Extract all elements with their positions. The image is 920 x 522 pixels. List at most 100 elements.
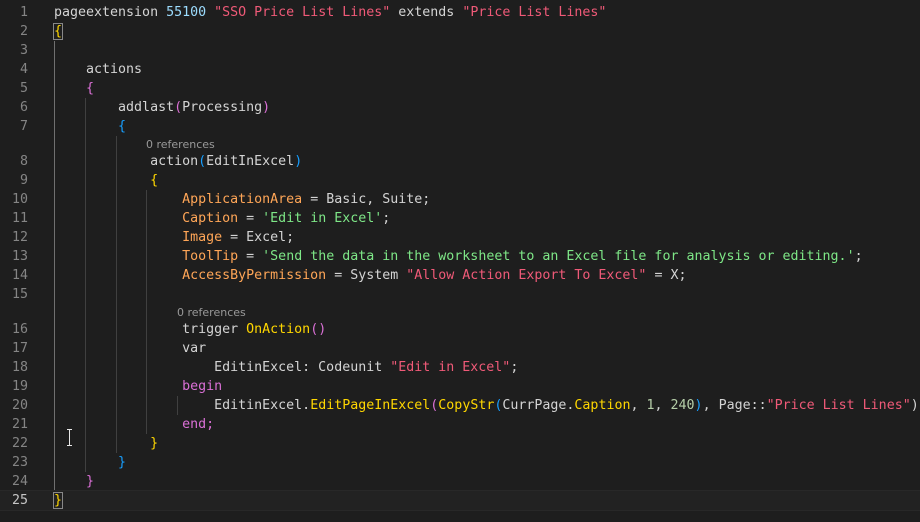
- code-token: EditinExcel.: [54, 398, 311, 413]
- line-number: 9: [19, 173, 28, 188]
- code-line[interactable]: 17 var: [0, 339, 920, 358]
- code-text: begin: [54, 377, 222, 396]
- line-number: 13: [11, 249, 28, 264]
- code-token: }: [150, 436, 159, 451]
- code-line[interactable]: 3: [0, 41, 920, 60]
- code-token: ): [694, 398, 703, 413]
- code-text: {: [52, 22, 64, 41]
- code-token: {: [118, 119, 127, 134]
- line-number: 24: [11, 474, 28, 489]
- code-line[interactable]: 21 end;: [0, 415, 920, 434]
- code-text: Image = Excel;: [54, 228, 294, 247]
- code-token: = Basic, Suite;: [302, 192, 431, 207]
- code-token: ToolTip: [182, 249, 239, 264]
- code-line[interactable]: 10 ApplicationArea = Basic, Suite;: [0, 190, 920, 209]
- code-token: 'Edit in Excel': [262, 211, 383, 226]
- code-text: pageextension 55100 "SSO Price List Line…: [54, 3, 606, 22]
- code-token: }: [118, 455, 127, 470]
- line-number: 7: [19, 119, 28, 134]
- code-token: actions: [54, 62, 143, 77]
- code-line[interactable]: 7 {: [0, 117, 920, 136]
- line-number: 17: [11, 341, 28, 356]
- code-token: 240: [670, 398, 695, 413]
- code-line[interactable]: 13 ToolTip = 'Send the data in the works…: [0, 247, 920, 266]
- line-number: 8: [19, 154, 28, 169]
- code-token: }: [86, 474, 95, 489]
- code-text: AccessByPermission = System "Allow Actio…: [54, 266, 686, 285]
- code-token: ApplicationArea: [182, 192, 303, 207]
- code-line[interactable]: 18 EditinExcel: Codeunit "Edit in Excel"…: [0, 358, 920, 377]
- code-token: {: [86, 81, 95, 96]
- code-token: Image: [182, 230, 223, 245]
- code-token: (: [198, 154, 207, 169]
- code-text: ApplicationArea = Basic, Suite;: [54, 190, 430, 209]
- line-number: 11: [11, 211, 28, 226]
- code-line[interactable]: 16 trigger OnAction(): [0, 320, 920, 339]
- code-text: end;: [54, 415, 214, 434]
- code-token: = System: [326, 268, 407, 283]
- mouse-ibeam-cursor-icon: [66, 429, 74, 446]
- code-line[interactable]: 24 }: [0, 472, 920, 491]
- code-token: OnAction: [246, 322, 311, 337]
- line-number: 1: [19, 5, 28, 20]
- code-line[interactable]: 23 }: [0, 453, 920, 472]
- code-line[interactable]: 9 {: [0, 171, 920, 190]
- code-line[interactable]: 2{: [0, 22, 920, 41]
- code-token: =: [238, 211, 263, 226]
- code-token: EditPageInExcel: [310, 398, 431, 413]
- code-line[interactable]: 6 addlast(Processing): [0, 98, 920, 117]
- line-number: 18: [11, 360, 28, 375]
- line-number: 2: [19, 24, 28, 39]
- code-token: ;: [854, 249, 863, 264]
- code-editor[interactable]: 1 pageextension 55100 "SSO Price List Lin…: [0, 0, 920, 522]
- code-text: ToolTip = 'Send the data in the workshee…: [54, 247, 863, 266]
- code-token: "Allow Action Export To Excel": [406, 268, 647, 283]
- code-token: ;: [510, 360, 519, 375]
- line-number: 10: [11, 192, 28, 207]
- code-text: }: [52, 491, 64, 510]
- code-token: var: [54, 341, 207, 356]
- code-token: CurrPage.: [502, 398, 575, 413]
- line-number: 5: [19, 81, 28, 96]
- code-line[interactable]: 19 begin: [0, 377, 920, 396]
- code-token: "SSO Price List Lines": [214, 5, 391, 20]
- code-token: Caption: [574, 398, 631, 413]
- code-token: = Excel;: [222, 230, 295, 245]
- code-token: {: [52, 23, 64, 40]
- code-token: end;: [182, 417, 215, 432]
- code-token: EditinExcel: Codeunit: [54, 360, 391, 375]
- code-token: ,: [630, 398, 647, 413]
- code-line[interactable]: 12 Image = Excel;: [0, 228, 920, 247]
- code-token: Caption: [182, 211, 239, 226]
- code-text: trigger OnAction(): [54, 320, 326, 339]
- code-line[interactable]: 1 pageextension 55100 "SSO Price List Lin…: [0, 3, 920, 22]
- code-line[interactable]: 15: [0, 285, 920, 304]
- code-token: "Price List Lines": [462, 5, 607, 20]
- code-text: EditinExcel.EditPageInExcel(CopyStr(Curr…: [54, 396, 920, 415]
- code-text: action(EditInExcel): [54, 152, 302, 171]
- codelens-references-trigger[interactable]: 0 references: [177, 305, 246, 320]
- code-token: extends: [390, 5, 463, 20]
- code-line[interactable]: 20 EditinExcel.EditPageInExcel(CopyStr(C…: [0, 396, 920, 415]
- code-text: EditinExcel: Codeunit "Edit in Excel";: [54, 358, 518, 377]
- code-line[interactable]: 22 }: [0, 434, 920, 453]
- code-line[interactable]: 5 {: [0, 79, 920, 98]
- code-line[interactable]: 11 Caption = 'Edit in Excel';: [0, 209, 920, 228]
- code-line[interactable]: 14 AccessByPermission = System "Allow Ac…: [0, 266, 920, 285]
- code-token: );: [910, 398, 920, 413]
- code-line[interactable]: 4 actions: [0, 60, 920, 79]
- code-text: }: [54, 472, 94, 491]
- code-token: pageextension: [54, 5, 167, 20]
- code-line[interactable]: 25}: [0, 490, 920, 511]
- code-text: }: [54, 453, 126, 472]
- code-token: 55100: [166, 5, 207, 20]
- codelens-references-action[interactable]: 0 references: [146, 137, 215, 152]
- code-line[interactable]: 8 action(EditInExcel): [0, 152, 920, 171]
- line-number: 21: [11, 417, 28, 432]
